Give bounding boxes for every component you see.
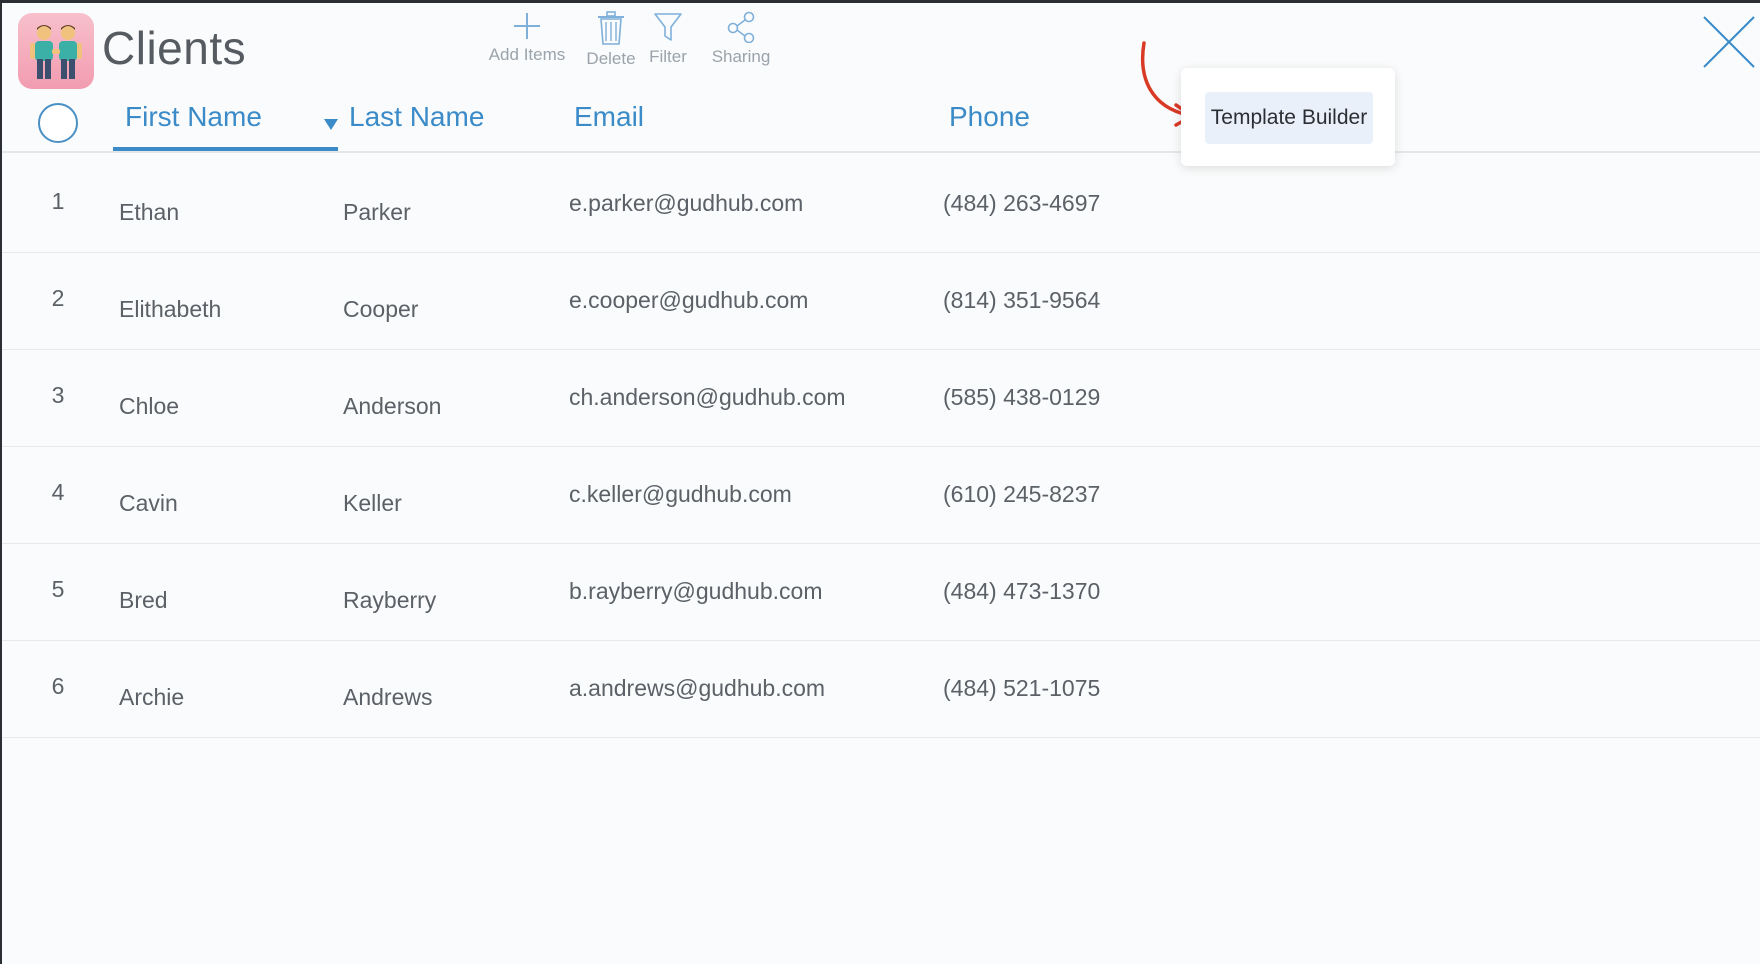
row-number: 3 bbox=[51, 382, 65, 408]
close-button[interactable] bbox=[1700, 13, 1760, 73]
cell-first-name: Elithabeth bbox=[119, 296, 222, 322]
table-row[interactable]: 3 Chloe Anderson ch.anderson@gudhub.com … bbox=[2, 350, 1760, 447]
cell-last-name: Parker bbox=[343, 199, 411, 225]
clients-table: 1 Ethan Parker e.parker@gudhub.com (484)… bbox=[2, 156, 1760, 738]
row-number: 5 bbox=[51, 576, 65, 602]
cell-phone: (484) 263-4697 bbox=[943, 190, 1101, 216]
cell-phone: (610) 245-8237 bbox=[943, 481, 1101, 507]
row-number: 6 bbox=[51, 673, 65, 699]
cell-first-name: Chloe bbox=[119, 393, 180, 419]
cell-phone: (484) 521-1075 bbox=[943, 675, 1101, 701]
trash-icon bbox=[598, 11, 624, 45]
share-icon bbox=[727, 11, 755, 43]
cell-last-name: Andrews bbox=[343, 684, 433, 710]
close-icon bbox=[1703, 16, 1755, 68]
table-row[interactable]: 1 Ethan Parker e.parker@gudhub.com (484)… bbox=[2, 156, 1760, 253]
template-builder-button[interactable]: Template Builder bbox=[1205, 92, 1373, 144]
cell-email: ch.anderson@gudhub.com bbox=[569, 384, 846, 410]
row-number: 4 bbox=[51, 479, 65, 505]
table-row[interactable]: 5 Bred Rayberry b.rayberry@gudhub.com (4… bbox=[2, 544, 1760, 641]
cell-email: b.rayberry@gudhub.com bbox=[569, 578, 823, 604]
column-header-last-name[interactable]: Last Name bbox=[349, 101, 484, 133]
page-title: Clients bbox=[102, 22, 247, 74]
plus-icon bbox=[514, 13, 540, 39]
cell-last-name: Keller bbox=[343, 490, 402, 516]
table-header: First Name Last Name Email Phone bbox=[2, 95, 1760, 153]
cell-phone: (585) 438-0129 bbox=[943, 384, 1101, 410]
two-people-icon bbox=[18, 13, 94, 89]
column-header-email[interactable]: Email bbox=[574, 101, 644, 133]
cell-email: c.keller@gudhub.com bbox=[569, 481, 792, 507]
column-header-phone[interactable]: Phone bbox=[949, 101, 1030, 133]
cell-email: e.cooper@gudhub.com bbox=[569, 287, 809, 313]
cell-phone: (484) 473-1370 bbox=[943, 578, 1101, 604]
cell-last-name: Anderson bbox=[343, 393, 442, 419]
cell-first-name: Ethan bbox=[119, 199, 180, 225]
table-row[interactable]: 2 Elithabeth Cooper e.cooper@gudhub.com … bbox=[2, 253, 1760, 350]
delete-button[interactable]: Delete bbox=[580, 11, 642, 69]
cell-email: a.andrews@gudhub.com bbox=[569, 675, 826, 701]
row-number: 1 bbox=[51, 188, 65, 214]
cell-first-name: Bred bbox=[119, 587, 168, 613]
cell-last-name: Rayberry bbox=[343, 587, 437, 613]
funnel-icon bbox=[654, 13, 682, 41]
sharing-button[interactable]: Sharing bbox=[704, 11, 778, 67]
filter-button[interactable]: Filter bbox=[644, 11, 692, 67]
sharing-label: Sharing bbox=[711, 47, 771, 66]
template-popup: Template Builder bbox=[1181, 68, 1395, 166]
table-row[interactable]: 6 Archie Andrews a.andrews@gudhub.com (4… bbox=[2, 641, 1760, 738]
add-items-label: Add Items bbox=[488, 45, 566, 64]
cell-last-name: Cooper bbox=[343, 296, 419, 322]
delete-label: Delete bbox=[586, 49, 636, 68]
select-all-checkbox[interactable] bbox=[38, 103, 78, 143]
cell-first-name: Cavin bbox=[119, 490, 178, 516]
row-number: 2 bbox=[51, 285, 65, 311]
column-header-first-name[interactable]: First Name bbox=[125, 101, 262, 133]
cell-phone: (814) 351-9564 bbox=[943, 287, 1101, 313]
filter-label: Filter bbox=[649, 47, 687, 66]
add-items-button[interactable]: Add Items bbox=[482, 11, 572, 65]
cell-email: e.parker@gudhub.com bbox=[569, 190, 804, 216]
cell-first-name: Archie bbox=[119, 684, 185, 710]
table-row[interactable]: 4 Cavin Keller c.keller@gudhub.com (610)… bbox=[2, 447, 1760, 544]
app-window: Clients Add Items Delete Filter Sharing … bbox=[0, 0, 1760, 964]
active-sort-underline bbox=[113, 147, 338, 151]
sort-desc-icon[interactable] bbox=[324, 119, 338, 130]
